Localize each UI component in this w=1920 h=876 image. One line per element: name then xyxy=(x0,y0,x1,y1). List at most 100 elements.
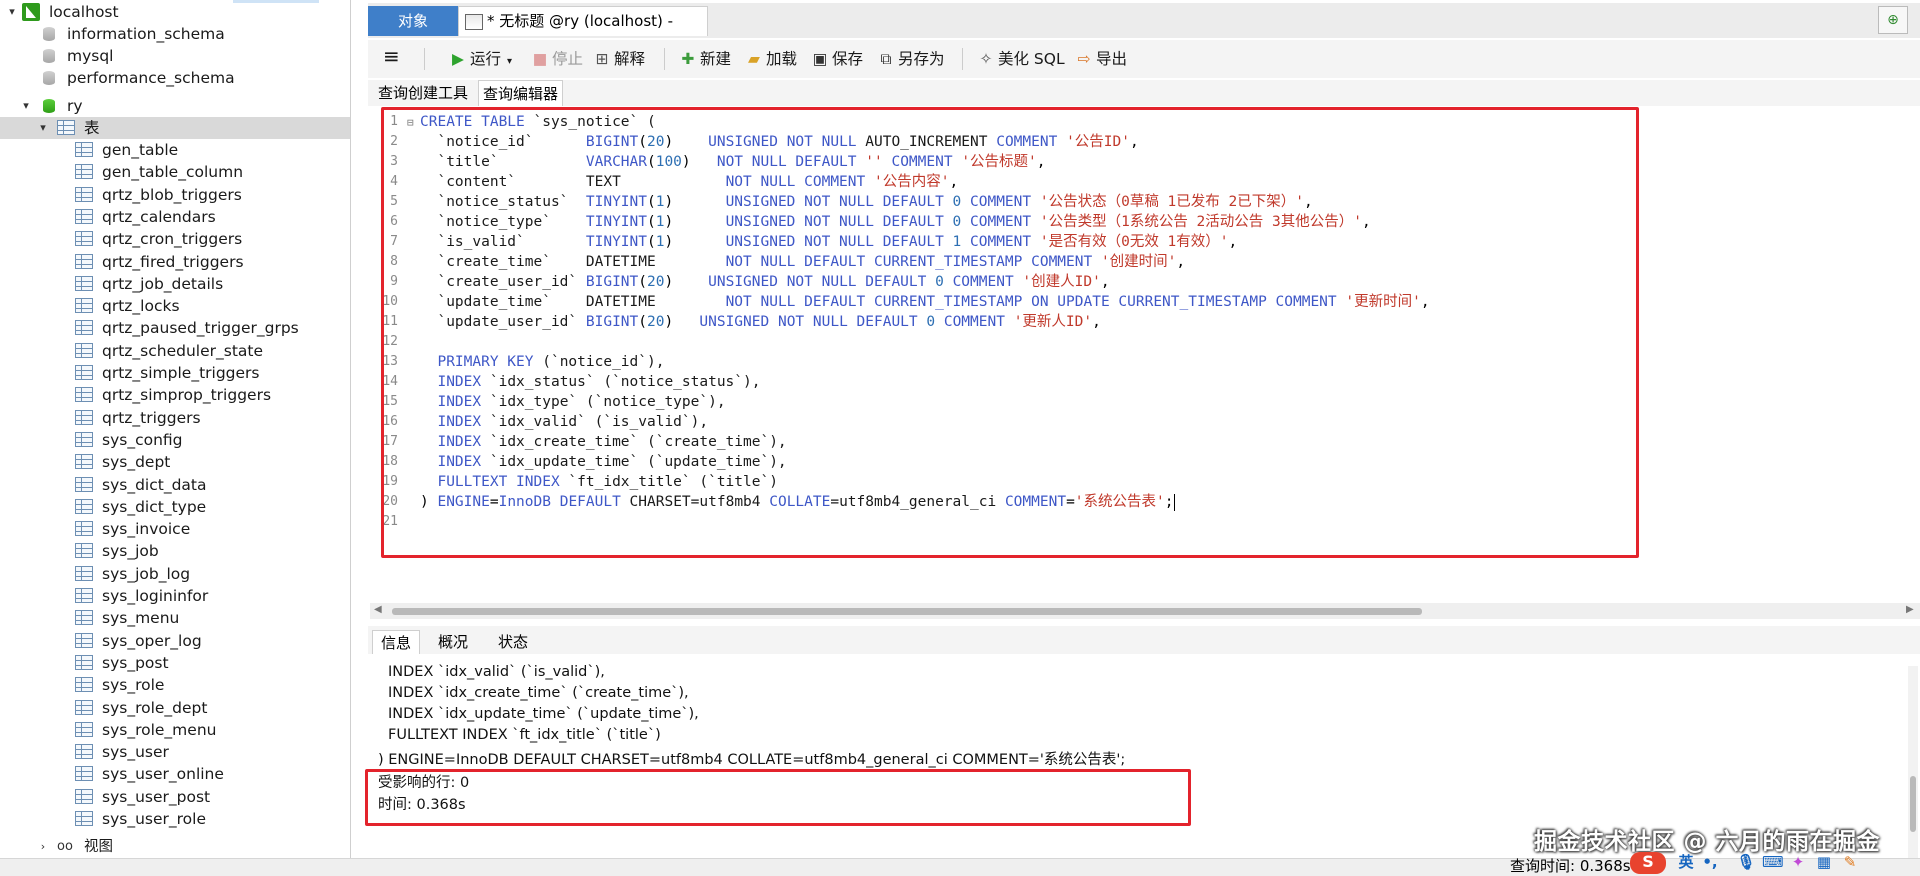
magic-wand-icon: ✧ xyxy=(979,50,993,68)
tree-table-item[interactable]: qrtz_calendars xyxy=(0,206,350,228)
tree-folder-views[interactable]: › oo 视图 xyxy=(0,836,350,858)
tree-table-item[interactable]: sys_role_menu xyxy=(0,719,350,741)
table-icon xyxy=(75,409,93,425)
tree-table-item[interactable]: qrtz_job_details xyxy=(0,273,350,295)
explain-button[interactable]: ⊞ 解释 xyxy=(594,47,646,71)
run-button[interactable]: ▶ 运行 ▾ xyxy=(450,47,512,71)
new-tab-icon[interactable]: ⊕ xyxy=(1878,6,1908,34)
tree-table-item[interactable]: sys_config xyxy=(0,429,350,451)
database-icon xyxy=(43,99,55,113)
tab-profile[interactable]: 概况 xyxy=(430,630,476,654)
tree-db-performance_schema[interactable]: performance_schema xyxy=(0,67,350,89)
beautify-sql-button[interactable]: ✧ 美化 SQL xyxy=(978,47,1065,71)
expand-arrow-icon[interactable]: ▾ xyxy=(36,117,50,139)
tree-table-item[interactable]: sys_dict_data xyxy=(0,474,350,496)
tab-info[interactable]: 信息 xyxy=(372,630,421,654)
tree-folder-tables[interactable]: ▾ 表 xyxy=(0,117,350,139)
tree-table-item[interactable]: qrtz_triggers xyxy=(0,407,350,429)
tab-query-builder[interactable]: 查询创建工具 xyxy=(374,80,472,106)
ime-language[interactable]: 英 xyxy=(1676,852,1696,872)
ime-settings-icon[interactable]: ✎ xyxy=(1840,852,1860,872)
table-icon xyxy=(75,521,93,537)
info-vertical-scrollbar[interactable] xyxy=(1908,666,1918,862)
tree-table-item[interactable]: sys_logininfor xyxy=(0,585,350,607)
sogou-ime-icon[interactable]: S xyxy=(1630,852,1666,874)
folder-icon: ▰ xyxy=(748,50,760,68)
punctuation-icon[interactable]: •, xyxy=(1700,852,1720,872)
tree-table-item[interactable]: qrtz_cron_triggers xyxy=(0,228,350,250)
scrollbar-thumb[interactable] xyxy=(392,608,1422,615)
chevron-down-icon[interactable]: ▾ xyxy=(507,56,512,67)
tab-status[interactable]: 状态 xyxy=(490,630,536,654)
table-icon xyxy=(75,476,93,492)
tree-table-item[interactable]: qrtz_scheduler_state xyxy=(0,340,350,362)
tab-query[interactable]: * 无标题 @ry (localhost) - 查... xyxy=(458,6,708,58)
table-icon xyxy=(75,142,93,157)
scroll-right-icon[interactable]: ▶ xyxy=(1906,604,1914,615)
tree-table-label: qrtz_blob_triggers xyxy=(102,185,242,204)
tree-table-item[interactable]: sys_oper_log xyxy=(0,630,350,652)
tree-db-mysql[interactable]: mysql xyxy=(0,45,350,67)
tree-db-information_schema[interactable]: information_schema xyxy=(0,23,350,45)
tree-table-item[interactable]: qrtz_blob_triggers xyxy=(0,184,350,206)
table-icon xyxy=(75,699,93,715)
toolbox-icon[interactable]: ▦ xyxy=(1814,852,1834,872)
tree-table-item[interactable]: gen_table xyxy=(0,139,350,161)
tree-table-item[interactable]: sys_job_log xyxy=(0,563,350,585)
table-icon xyxy=(75,632,93,648)
tree-table-item[interactable]: qrtz_locks xyxy=(0,295,350,317)
tab-query-editor[interactable]: 查询编辑器 xyxy=(478,80,564,106)
tree-table-label: qrtz_simple_triggers xyxy=(102,364,260,382)
tree-connection-localhost[interactable]: ▾ localhost xyxy=(0,1,350,23)
tree-table-label: sys_menu xyxy=(102,609,180,628)
tree-table-label: qrtz_locks xyxy=(102,297,180,316)
table-icon xyxy=(75,186,93,202)
tree-table-item[interactable]: sys_dict_type xyxy=(0,496,350,518)
load-button[interactable]: ▰ 加载 xyxy=(746,47,797,71)
tree-table-item[interactable]: sys_user_role xyxy=(0,808,350,830)
tree-table-item[interactable]: sys_user xyxy=(0,741,350,763)
view-icon: oo xyxy=(57,839,73,854)
query-time-status: 查询时间: 0.368s xyxy=(1510,857,1631,875)
tree-table-item[interactable]: sys_role_dept xyxy=(0,697,350,719)
stop-button[interactable]: ■ 停止 xyxy=(532,47,583,71)
expand-arrow-icon[interactable]: ▾ xyxy=(19,95,33,117)
skin-icon[interactable]: ✦ xyxy=(1788,852,1808,872)
tree-table-label: sys_dept xyxy=(102,453,171,472)
tree-table-item[interactable]: gen_table_column xyxy=(0,161,350,183)
tree-table-item[interactable]: sys_user_online xyxy=(0,763,350,785)
tree-table-item[interactable]: sys_invoice xyxy=(0,518,350,540)
save-label: 保存 xyxy=(832,50,864,68)
tree-table-item[interactable]: qrtz_simprop_triggers xyxy=(0,384,350,406)
save-as-button[interactable]: ⧉ 另存为 xyxy=(878,47,945,71)
tree-db-label: mysql xyxy=(67,47,114,65)
tree-table-item[interactable]: qrtz_simple_triggers xyxy=(0,362,350,384)
tree-table-item[interactable]: sys_post xyxy=(0,652,350,674)
expand-arrow-icon[interactable]: ▾ xyxy=(5,1,19,23)
new-button[interactable]: ✚ 新建 xyxy=(680,47,732,71)
navigation-tree[interactable]: ▾ localhost information_schemamysql perfo… xyxy=(0,0,351,862)
tree-table-item[interactable]: sys_job xyxy=(0,540,350,562)
collapse-arrow-icon[interactable]: › xyxy=(36,836,50,858)
tab-objects[interactable]: 对象 xyxy=(368,6,458,36)
tree-table-item[interactable]: sys_role xyxy=(0,674,350,696)
scroll-left-icon[interactable]: ◀ xyxy=(374,604,382,615)
menu-icon[interactable]: ≡ xyxy=(383,44,400,68)
export-button[interactable]: ⇨ 导出 xyxy=(1076,47,1128,71)
microphone-icon[interactable]: 🎙︎ xyxy=(1736,852,1756,872)
tree-table-label: qrtz_cron_triggers xyxy=(102,230,243,249)
tree-table-label: sys_user_online xyxy=(102,765,224,784)
save-as-label: 另存为 xyxy=(898,50,945,68)
scrollbar-thumb[interactable] xyxy=(1910,776,1916,832)
save-button[interactable]: ▣ 保存 xyxy=(812,47,863,71)
tree-db-ry[interactable]: ▾ ry xyxy=(0,95,350,117)
tree-table-label: gen_table xyxy=(102,141,179,159)
tree-table-item[interactable]: qrtz_fired_triggers xyxy=(0,251,350,273)
keyboard-icon[interactable]: ⌨ xyxy=(1762,852,1784,872)
tree-table-item[interactable]: sys_dept xyxy=(0,451,350,473)
table-folder-icon xyxy=(57,120,75,135)
tree-table-item[interactable]: sys_menu xyxy=(0,607,350,629)
tree-table-item[interactable]: sys_user_post xyxy=(0,786,350,808)
watermark-text: 掘金技术社区 @ 六月的雨在掘金 xyxy=(1534,829,1881,855)
tree-table-item[interactable]: qrtz_paused_trigger_grps xyxy=(0,317,350,339)
